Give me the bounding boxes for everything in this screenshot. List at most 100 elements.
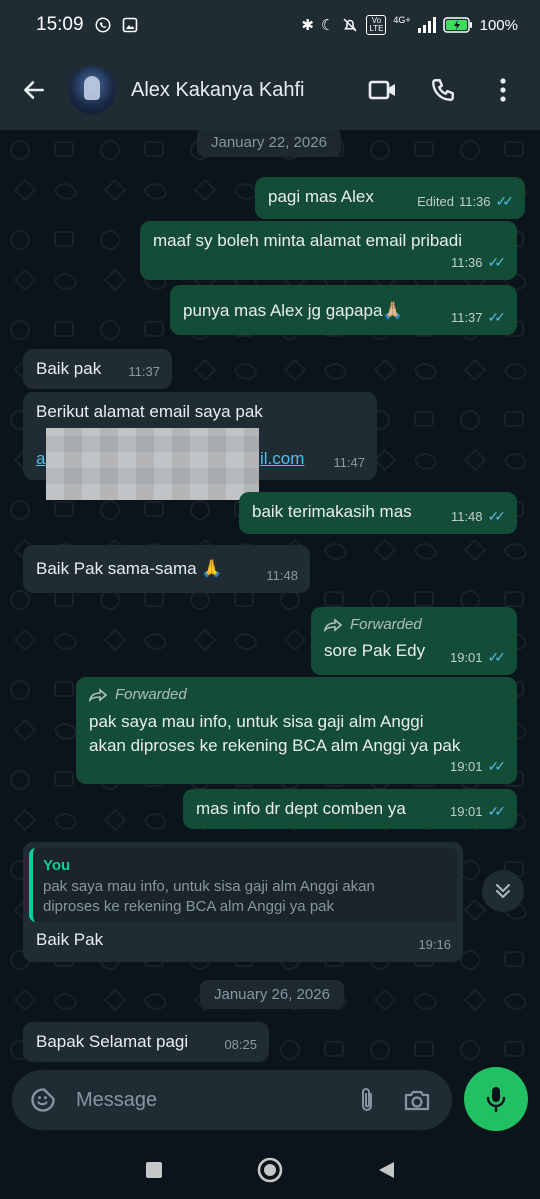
quoted-text-line: pak saya mau info, untuk sisa gaji alm A…	[43, 878, 375, 895]
triangle-back-icon	[379, 1161, 394, 1178]
edited-label: Edited	[417, 194, 454, 209]
message-time: 11:37	[128, 364, 160, 379]
quoted-message[interactable]: You pak saya mau info, untuk sisa gaji a…	[29, 848, 457, 922]
quoted-author: You	[43, 857, 71, 874]
gallery-notification-icon	[122, 17, 137, 33]
message-time: 11:36	[450, 255, 483, 270]
message-text: Bapak Selamat pagi	[36, 1032, 189, 1051]
message-text: mas info dr dept comben ya	[196, 799, 406, 818]
message-time: 19:16	[418, 937, 451, 952]
back-nav-button[interactable]	[371, 1155, 401, 1185]
double-check-icon: ✓✓	[487, 254, 507, 270]
double-check-icon: ✓✓	[487, 508, 507, 524]
emoji-sticker-button[interactable]	[28, 1085, 58, 1115]
double-check-icon: ✓✓	[495, 193, 515, 209]
microphone-icon	[486, 1087, 506, 1113]
back-button[interactable]	[14, 70, 54, 110]
contact-name[interactable]: Alex Kakanya Kahfi	[131, 79, 304, 102]
kebab-menu-icon	[500, 78, 506, 102]
outgoing-message[interactable]: baik terimakasih mas 11:48 ✓✓	[239, 492, 517, 534]
square-icon	[146, 1161, 162, 1178]
system-navigation-bar	[0, 1140, 540, 1199]
email-link-end[interactable]: il.com	[260, 447, 304, 470]
quoted-text-line: diproses ke rekening BCA alm Anggi ya pa…	[43, 898, 334, 915]
message-list[interactable]: January 22, 2026 pagi mas Alex Edited 11:…	[0, 130, 540, 1062]
outgoing-message[interactable]: punya mas Alex jg gapapa🙏🏼 11:37 ✓✓	[170, 285, 517, 335]
outgoing-message[interactable]: pagi mas Alex Edited 11:36 ✓✓	[255, 177, 525, 219]
forward-arrow-icon	[89, 687, 107, 702]
network-type: 4G+	[393, 15, 411, 25]
battery-charging-icon	[442, 17, 472, 33]
scroll-to-bottom-button[interactable]	[482, 870, 524, 912]
circle-home-icon	[257, 1157, 283, 1182]
recents-button[interactable]	[139, 1155, 169, 1185]
chat-header: Alex Kakanya Kahfi	[0, 50, 540, 130]
message-text: punya mas Alex jg gapapa🙏🏼	[183, 301, 404, 320]
forwarded-label: Forwarded	[324, 613, 422, 636]
signal-icon	[417, 17, 436, 33]
message-composer	[12, 1070, 452, 1130]
home-button[interactable]	[255, 1155, 285, 1185]
message-text-line: pak saya mau info, untuk sisa gaji alm A…	[89, 712, 424, 731]
message-time: 11:48	[266, 568, 298, 583]
message-text: pagi mas Alex	[268, 187, 374, 206]
message-text: sore Pak Edy	[324, 641, 426, 660]
contact-avatar[interactable]	[68, 66, 116, 114]
sticker-emoji-icon	[31, 1088, 55, 1112]
message-text: Baik pak	[36, 359, 102, 378]
message-time: 11:36	[458, 194, 491, 209]
date-separator: January 22, 2026	[197, 130, 341, 157]
message-text-line: akan diproses ke rekening BCA alm Anggi …	[89, 736, 461, 755]
message-text: baik terimakasih mas	[252, 502, 412, 521]
message-input[interactable]	[76, 1088, 352, 1112]
paperclip-icon	[362, 1088, 372, 1111]
incoming-message[interactable]: Bapak Selamat pagi 08:25	[23, 1022, 269, 1062]
incoming-message[interactable]: Berikut alamat email saya pak a il.com 1…	[23, 392, 377, 500]
whatsapp-notification-icon	[95, 17, 111, 33]
mute-icon	[343, 18, 357, 32]
message-time: 19:01	[449, 804, 483, 819]
message-time: 19:01	[449, 759, 483, 774]
message-text: Baik Pak	[36, 930, 104, 949]
email-link-start[interactable]: a	[36, 447, 45, 470]
reply-message[interactable]: You pak saya mau info, untuk sisa gaji a…	[23, 842, 463, 962]
double-check-icon: ✓✓	[487, 758, 507, 774]
more-options-button[interactable]	[488, 75, 518, 105]
camera-icon	[404, 1090, 430, 1111]
message-time: 19:01	[449, 650, 483, 665]
outgoing-message[interactable]: maaf sy boleh minta alamat email pribadi…	[140, 221, 517, 280]
message-text: Baik Pak sama-sama 🙏	[36, 559, 223, 578]
battery-percent: 100%	[479, 16, 518, 34]
forward-arrow-icon	[324, 617, 342, 632]
arrow-left-icon	[24, 81, 44, 99]
volte-badge: Vo LTE	[366, 15, 387, 35]
message-time: 11:48	[450, 509, 483, 524]
message-text: maaf sy boleh minta alamat email pribadi	[153, 231, 462, 250]
message-time: 08:25	[224, 1037, 257, 1052]
camera-button[interactable]	[402, 1085, 432, 1115]
voice-record-button[interactable]	[464, 1067, 528, 1131]
message-text: Berikut alamat email saya pak	[36, 402, 263, 421]
phone-icon	[432, 79, 454, 101]
redacted-email	[46, 428, 259, 500]
forwarded-label: Forwarded	[89, 683, 187, 706]
video-call-button[interactable]	[368, 75, 398, 105]
voice-call-button[interactable]	[428, 75, 458, 105]
status-time: 15:09	[36, 14, 84, 35]
incoming-message[interactable]: Baik Pak sama-sama 🙏 11:48	[23, 545, 310, 593]
bluetooth-icon: ✱	[301, 16, 314, 34]
forwarded-message[interactable]: Forwarded pak saya mau info, untuk sisa …	[76, 677, 517, 784]
date-separator: January 26, 2026	[200, 980, 344, 1009]
message-time: 11:37	[450, 310, 483, 325]
double-check-icon: ✓✓	[487, 649, 507, 665]
double-check-icon: ✓✓	[487, 309, 507, 325]
moon-icon: ☾	[320, 16, 335, 34]
incoming-message[interactable]: Baik pak 11:37	[23, 349, 172, 389]
double-check-icon: ✓✓	[487, 803, 507, 819]
forwarded-message[interactable]: Forwarded sore Pak Edy 19:01 ✓✓	[311, 607, 517, 675]
outgoing-message[interactable]: mas info dr dept comben ya 19:01 ✓✓	[183, 789, 517, 829]
video-camera-icon	[368, 80, 395, 100]
status-bar: 15:09 ✱ ☾ Vo LTE 4G+ 100%	[0, 0, 540, 50]
attach-button[interactable]	[352, 1085, 382, 1115]
message-time: 11:47	[333, 455, 365, 470]
